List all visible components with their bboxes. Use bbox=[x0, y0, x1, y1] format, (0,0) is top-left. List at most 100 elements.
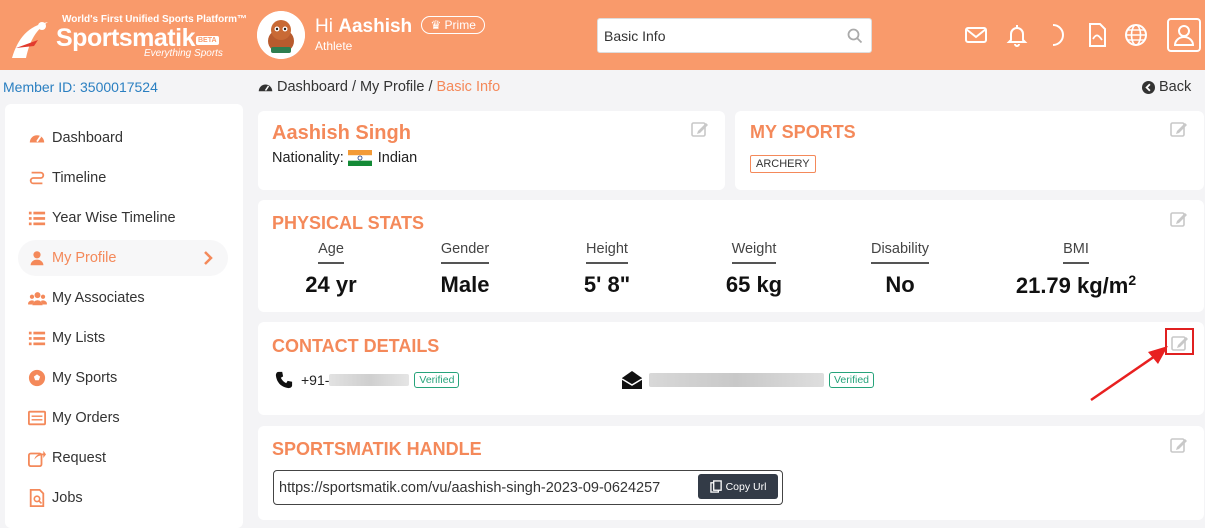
stat-value: 65 kg bbox=[725, 272, 783, 297]
handle-card: SPORTSMATIK HANDLE https://sportsmatik.c… bbox=[258, 426, 1204, 520]
phone-verified-badge: Verified bbox=[414, 372, 460, 388]
edit-icon[interactable] bbox=[1170, 120, 1188, 138]
nationality-value: Indian bbox=[377, 150, 418, 166]
stat-label: Disability bbox=[870, 241, 929, 264]
sidebar-item-my-associates[interactable]: My Associates bbox=[18, 280, 228, 316]
nationality: Nationality: Indian bbox=[272, 150, 417, 166]
crown-icon: ♛ bbox=[430, 18, 442, 32]
moon-icon[interactable] bbox=[1043, 22, 1069, 48]
edit-icon[interactable] bbox=[1170, 436, 1188, 454]
user-name: Aashish bbox=[338, 16, 413, 37]
envelope-open-icon bbox=[621, 371, 643, 389]
sidebar-item-my-orders[interactable]: My Orders bbox=[18, 400, 228, 436]
back-label: Back bbox=[1159, 79, 1192, 95]
stat-label: Gender bbox=[440, 241, 490, 264]
edit-icon[interactable] bbox=[1170, 210, 1188, 228]
sidebar-item-label: My Associates bbox=[52, 290, 145, 306]
avatar[interactable] bbox=[257, 11, 305, 59]
share-icon bbox=[26, 447, 48, 469]
sidebar-item-label: Jobs bbox=[52, 490, 83, 506]
stat-label: Age bbox=[318, 241, 344, 264]
stat-value: 5' 8" bbox=[583, 272, 631, 297]
mail-icon[interactable] bbox=[963, 22, 989, 48]
copy-url-button[interactable]: Copy Url bbox=[698, 474, 778, 499]
account-button[interactable] bbox=[1167, 18, 1201, 52]
bmi-superscript: 2 bbox=[1128, 272, 1137, 288]
stat-label: BMI bbox=[1063, 241, 1089, 264]
dashboard-icon bbox=[26, 127, 48, 149]
back-button[interactable]: Back bbox=[1142, 79, 1191, 95]
jobs-icon bbox=[26, 487, 48, 509]
list-icon bbox=[26, 207, 48, 229]
top-header: World's First Unified Sports Platform™ S… bbox=[0, 0, 1205, 70]
bmi-value: 21.79 kg/m bbox=[1015, 273, 1129, 298]
contact-phone: +91- Verified bbox=[275, 371, 460, 389]
arrow-left-circle-icon bbox=[1142, 80, 1155, 94]
my-sports-title: MY SPORTS bbox=[750, 122, 856, 142]
stat-value: Male bbox=[440, 272, 490, 297]
route-icon bbox=[26, 167, 48, 189]
stat-label: Height bbox=[586, 241, 628, 264]
breadcrumb-my-profile[interactable]: My Profile bbox=[360, 79, 424, 95]
sidebar-item-label: My Sports bbox=[52, 370, 118, 386]
sidebar-item-label: Year Wise Timeline bbox=[52, 210, 176, 226]
stat-label: Weight bbox=[731, 241, 777, 264]
sidebar-item-my-profile[interactable]: My Profile bbox=[18, 240, 228, 276]
users-icon bbox=[26, 287, 48, 309]
edit-icon[interactable] bbox=[691, 120, 709, 138]
dashboard-icon bbox=[258, 84, 273, 91]
my-sports-card: MY SPORTS ARCHERY bbox=[735, 111, 1204, 190]
breadcrumb-separator: / bbox=[428, 79, 433, 95]
breadcrumb-separator: / bbox=[351, 79, 356, 95]
india-flag-icon bbox=[347, 150, 372, 166]
sidebar-item-timeline[interactable]: Timeline bbox=[18, 160, 228, 196]
profile-card: Aashish Singh Nationality: Indian bbox=[258, 111, 725, 190]
brand-subtitle: Everything Sports bbox=[144, 48, 223, 59]
sportsmatik-logo[interactable]: World's First Unified Sports Platform™ S… bbox=[6, 10, 247, 62]
document-icon[interactable] bbox=[1084, 22, 1110, 48]
sidebar-item-label: Request bbox=[52, 450, 107, 466]
contact-email: Verified bbox=[621, 370, 875, 390]
greeting-prefix: Hi bbox=[315, 16, 333, 37]
stat-value: 21.79 kg/m2 bbox=[996, 272, 1156, 299]
sidebar-item-jobs[interactable]: Jobs bbox=[18, 480, 228, 516]
stat-height: Height 5' 8" bbox=[527, 240, 687, 298]
physical-stats-card: PHYSICAL STATS Age 24 yr Gender Male Hei… bbox=[258, 200, 1204, 312]
phone-prefix: +91- bbox=[301, 372, 330, 388]
avatar-mascot-icon bbox=[257, 11, 305, 59]
sidebar-item-request[interactable]: Request bbox=[18, 440, 228, 476]
logo-mark-icon bbox=[12, 22, 48, 58]
breadcrumb: Dashboard / My Profile / Basic Info bbox=[258, 79, 500, 95]
email-verified-badge: Verified bbox=[829, 372, 875, 388]
search-input[interactable] bbox=[598, 19, 838, 52]
email-redacted bbox=[649, 373, 824, 387]
sport-tag: ARCHERY bbox=[750, 155, 816, 173]
sidebar-item-my-lists[interactable]: My Lists bbox=[18, 320, 228, 356]
physical-stats-title: PHYSICAL STATS bbox=[272, 213, 425, 233]
globe-icon[interactable] bbox=[1123, 22, 1149, 48]
sidebar-item-my-sports[interactable]: My Sports bbox=[18, 360, 228, 396]
beta-badge: BETA bbox=[196, 36, 219, 45]
user-outline-icon bbox=[1173, 25, 1195, 46]
sidebar-item-label: Dashboard bbox=[52, 130, 123, 146]
search-box bbox=[597, 18, 872, 53]
stat-value: No bbox=[885, 272, 915, 297]
contact-details-card: CONTACT DETAILS +91- Verified Verified bbox=[258, 322, 1204, 415]
search-icon[interactable] bbox=[847, 28, 863, 44]
stat-gender: Gender Male bbox=[385, 240, 545, 298]
bell-icon[interactable] bbox=[1004, 22, 1030, 48]
handle-url: https://sportsmatik.com/vu/aashish-singh… bbox=[279, 479, 661, 496]
sidebar-item-year-wise-timeline[interactable]: Year Wise Timeline bbox=[18, 200, 228, 236]
breadcrumb-dashboard[interactable]: Dashboard bbox=[277, 79, 348, 95]
stat-weight: Weight 65 kg bbox=[674, 240, 834, 298]
annotation-arrow-icon bbox=[1090, 346, 1168, 402]
sidebar-item-dashboard[interactable]: Dashboard bbox=[18, 120, 228, 156]
sidebar-item-label: My Profile bbox=[52, 250, 117, 266]
chevron-right-icon bbox=[204, 251, 213, 265]
sidebar: Dashboard Timeline Year Wise Timeline My… bbox=[5, 104, 243, 528]
list-icon bbox=[26, 327, 48, 349]
sidebar-item-label: My Lists bbox=[52, 330, 106, 346]
handle-url-field[interactable]: https://sportsmatik.com/vu/aashish-singh… bbox=[273, 470, 783, 505]
stat-disability: Disability No bbox=[820, 240, 980, 298]
user-role: Athlete bbox=[315, 39, 353, 53]
